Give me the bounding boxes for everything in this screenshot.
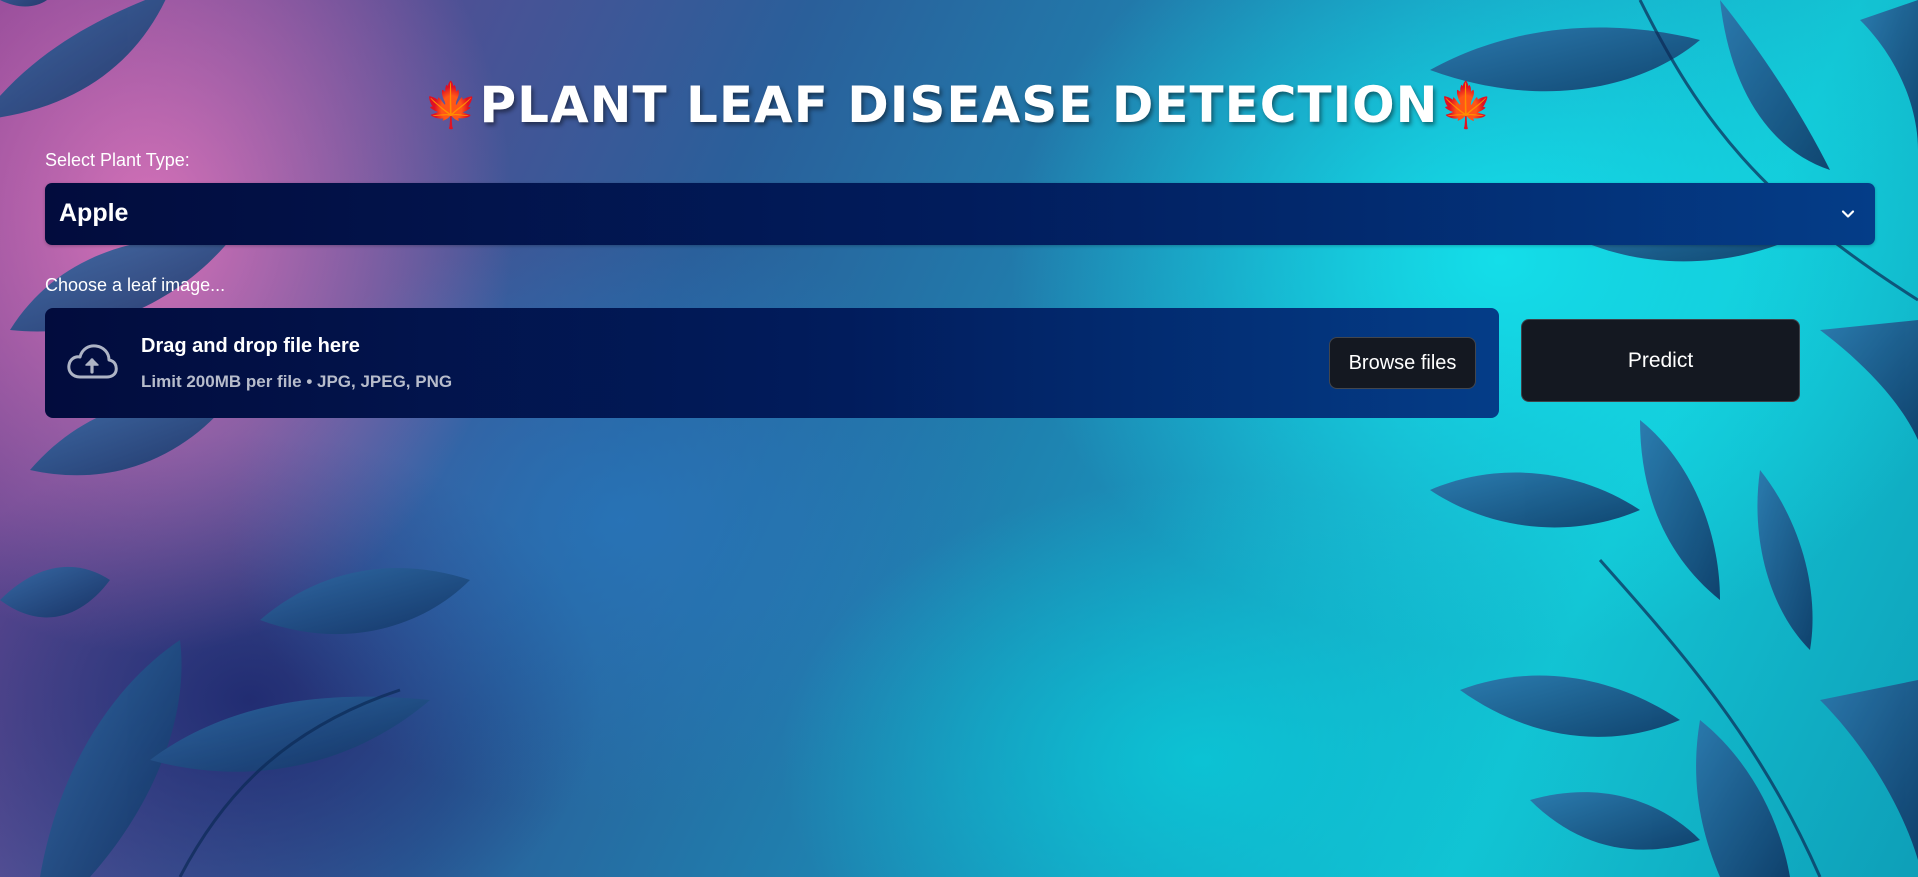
file-dropzone[interactable]: Drag and drop file here Limit 200MB per … xyxy=(45,308,1499,418)
browse-files-button[interactable]: Browse files xyxy=(1329,337,1476,389)
dropzone-limit-hint: Limit 200MB per file • JPG, JPEG, PNG xyxy=(141,372,453,391)
cloud-upload-icon xyxy=(67,344,118,379)
leaf-image-label: Choose a leaf image... xyxy=(45,275,226,295)
page-title-text: PLANT LEAF DISEASE DETECTION xyxy=(479,76,1439,134)
predict-button[interactable]: Predict xyxy=(1521,319,1800,402)
maple-leaf-icon: 🍁 xyxy=(1438,80,1495,131)
chevron-down-icon xyxy=(1841,210,1855,218)
plant-type-label: Select Plant Type: xyxy=(45,150,190,170)
maple-leaf-icon: 🍁 xyxy=(423,80,480,131)
plant-type-select[interactable]: Apple xyxy=(45,183,1875,245)
page-title: 🍁PLANT LEAF DISEASE DETECTION🍁 xyxy=(0,76,1918,134)
dropzone-title: Drag and drop file here xyxy=(141,335,360,357)
plant-type-selected-value: Apple xyxy=(59,199,129,227)
